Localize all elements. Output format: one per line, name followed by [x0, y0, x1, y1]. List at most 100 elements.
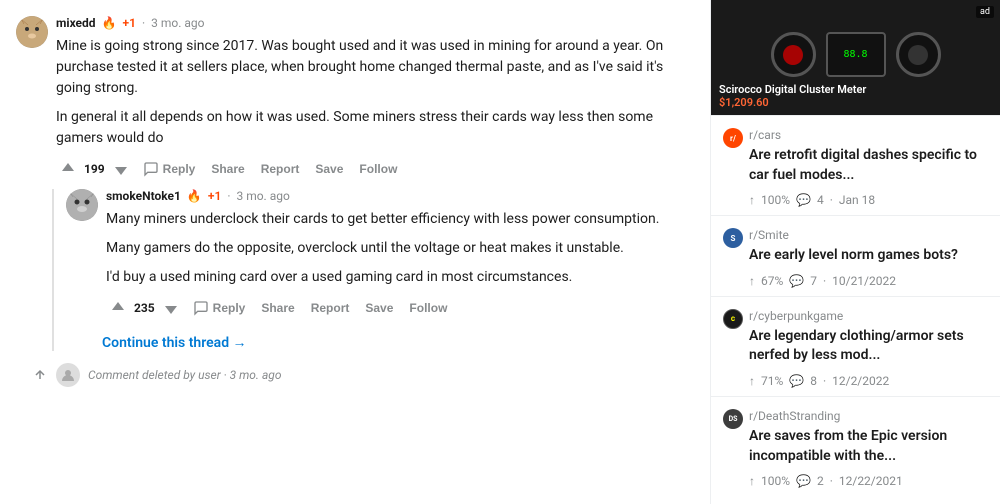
post-meta-1: ↑ 100% 💬 4 · Jan 18: [749, 193, 988, 207]
product-price: $1,209.60: [719, 96, 992, 109]
comments-3: 8: [810, 374, 817, 388]
date-1: Jan 18: [839, 193, 875, 207]
vote-count-smokenntoke1: 235: [134, 301, 155, 315]
score-4: 100%: [761, 474, 790, 488]
dot-1: ·: [142, 16, 145, 30]
report-button-smokenntoke1[interactable]: Report: [305, 297, 356, 319]
follow-label-smokenntoke1: Follow: [409, 301, 447, 315]
reply-button-mixedd[interactable]: Reply: [137, 157, 202, 181]
date-2: 10/21/2022: [832, 274, 896, 288]
post-title-3[interactable]: Are legendary clothing/armor sets nerfed…: [749, 327, 988, 366]
save-label-smokenntoke1: Save: [365, 301, 393, 315]
product-image: 88.8 Scirocco Digital Cluster Meter $1,2…: [711, 0, 1000, 115]
reply-label-mixedd: Reply: [163, 162, 196, 176]
main-content: mixedd 🔥 +1 · 3 mo. ago Mine is going st…: [0, 0, 710, 504]
comment-para-1-2: In general it all depends on how it was …: [56, 107, 694, 149]
upvote-button-mixedd[interactable]: [56, 159, 80, 179]
comment-icon-4: 💬: [796, 474, 811, 488]
sidebar-post-3: c r/cyberpunkgame Are legendary clothing…: [711, 296, 1000, 396]
continue-thread: Continue this thread →: [102, 332, 694, 351]
upvote-icon-3: ↑: [749, 374, 755, 388]
avatar-mixedd: [16, 16, 48, 48]
save-button-mixedd[interactable]: Save: [309, 158, 349, 180]
comment-icon-2: 💬: [789, 274, 804, 288]
follow-button-mixedd[interactable]: Follow: [353, 158, 403, 180]
deleted-avatar: [56, 363, 80, 387]
comment-1: mixedd 🔥 +1 · 3 mo. ago Mine is going st…: [16, 16, 694, 181]
upvote-icon-2: ↑: [749, 274, 755, 288]
save-button-smokenntoke1[interactable]: Save: [359, 297, 399, 319]
reply-button-smokenntoke1[interactable]: Reply: [187, 296, 252, 320]
post-title-2[interactable]: Are early level norm games bots?: [749, 246, 988, 266]
comments-2: 7: [810, 274, 817, 288]
product-name: Scirocco Digital Cluster Meter: [719, 83, 992, 96]
dot-meta-3: ·: [823, 374, 826, 388]
comment-header-smokenntoke1: smokeNtoke1 🔥 +1 · 3 mo. ago: [106, 189, 694, 203]
dot-meta-1: ·: [830, 193, 833, 207]
comment-icon-3: 💬: [789, 374, 804, 388]
post-meta-3: ↑ 71% 💬 8 · 12/2/2022: [749, 374, 988, 388]
dot-2: ·: [227, 189, 230, 203]
comments-4: 2: [817, 474, 824, 488]
comment-para-2-3: I'd buy a used mining card over a used g…: [106, 267, 694, 288]
time-smokenntoke1: 3 mo. ago: [236, 189, 289, 203]
comment-header-mixedd: mixedd 🔥 +1 · 3 mo. ago: [56, 16, 694, 30]
comment-text-smokenntoke1: Many miners underclock their cards to ge…: [106, 209, 694, 288]
post-title-4[interactable]: Are saves from the Epic version incompat…: [749, 427, 988, 466]
downvote-button-mixedd[interactable]: [109, 159, 133, 179]
vote-section-mixedd: 199: [56, 159, 133, 179]
subreddit-name-4[interactable]: r/DeathStranding: [749, 409, 988, 423]
upvote-icon-1: ↑: [749, 193, 755, 207]
comment-icon-1: 💬: [796, 193, 811, 207]
vote-section-smokenntoke1: 235: [106, 298, 183, 318]
upvote-icon-4: ↑: [749, 474, 755, 488]
post-title-1[interactable]: Are retrofit digital dashes specific to …: [749, 146, 988, 185]
comment-actions-mixedd: 199 Reply Share: [56, 157, 694, 181]
comment-para-2-1: Many miners underclock their cards to ge…: [106, 209, 694, 230]
sidebar-post-1: r/ r/cars Are retrofit digital dashes sp…: [711, 115, 1000, 215]
report-label-smokenntoke1: Report: [311, 301, 350, 315]
username-mixedd[interactable]: mixedd: [56, 16, 96, 30]
sidebar-post-4: DS r/DeathStranding Are saves from the E…: [711, 396, 1000, 496]
deleted-text: Comment deleted by user · 3 mo. ago: [88, 368, 281, 382]
karma-mixedd: 🔥: [102, 16, 117, 30]
avatar-smokenntoke1: [66, 189, 98, 221]
save-label-mixedd: Save: [315, 162, 343, 176]
report-label-mixedd: Report: [261, 162, 300, 176]
sidebar: 88.8 Scirocco Digital Cluster Meter $1,2…: [710, 0, 1000, 504]
comment-para-2-2: Many gamers do the opposite, overclock u…: [106, 238, 694, 259]
follow-label-mixedd: Follow: [359, 162, 397, 176]
nested-comment-container: smokeNtoke1 🔥 +1 · 3 mo. ago Many miners…: [52, 189, 694, 351]
karma-count-smokenntoke1: +1: [208, 189, 221, 203]
share-button-smokenntoke1[interactable]: Share: [255, 297, 300, 319]
date-3: 12/2/2022: [832, 374, 889, 388]
share-label-mixedd: Share: [211, 162, 244, 176]
deleted-comment: Comment deleted by user · 3 mo. ago: [16, 355, 694, 395]
score-2: 67%: [761, 274, 783, 288]
continue-thread-link[interactable]: Continue this thread →: [102, 335, 247, 351]
subreddit-name-2[interactable]: r/Smite: [749, 228, 988, 242]
post-meta-2: ↑ 67% 💬 7 · 10/21/2022: [749, 274, 988, 288]
comment-text-mixedd: Mine is going strong since 2017. Was bou…: [56, 36, 694, 149]
comments-1: 4: [817, 193, 824, 207]
upvote-button-smokenntoke1[interactable]: [106, 298, 130, 318]
follow-button-smokenntoke1[interactable]: Follow: [403, 297, 453, 319]
subreddit-name-3[interactable]: r/cyberpunkgame: [749, 309, 988, 323]
share-button-mixedd[interactable]: Share: [205, 158, 250, 180]
username-smokenntoke1[interactable]: smokeNtoke1: [106, 189, 181, 203]
sidebar-post-2: S r/Smite Are early level norm games bot…: [711, 215, 1000, 296]
score-3: 71%: [761, 374, 783, 388]
share-label-smokenntoke1: Share: [261, 301, 294, 315]
score-1: 100%: [761, 193, 790, 207]
karma-count-mixedd: +1: [123, 16, 136, 30]
time-mixedd: 3 mo. ago: [151, 16, 204, 30]
karma-smokenntoke1: 🔥: [187, 189, 202, 203]
subreddit-name-1[interactable]: r/cars: [749, 128, 988, 142]
downvote-button-smokenntoke1[interactable]: [159, 298, 183, 318]
comment-2: smokeNtoke1 🔥 +1 · 3 mo. ago Many miners…: [66, 189, 694, 320]
post-meta-4: ↑ 100% 💬 2 · 12/22/2021: [749, 474, 988, 488]
report-button-mixedd[interactable]: Report: [255, 158, 306, 180]
dot-meta-4: ·: [830, 474, 833, 488]
dot-meta-2: ·: [823, 274, 826, 288]
comment-thread: mixedd 🔥 +1 · 3 mo. ago Mine is going st…: [0, 8, 710, 403]
